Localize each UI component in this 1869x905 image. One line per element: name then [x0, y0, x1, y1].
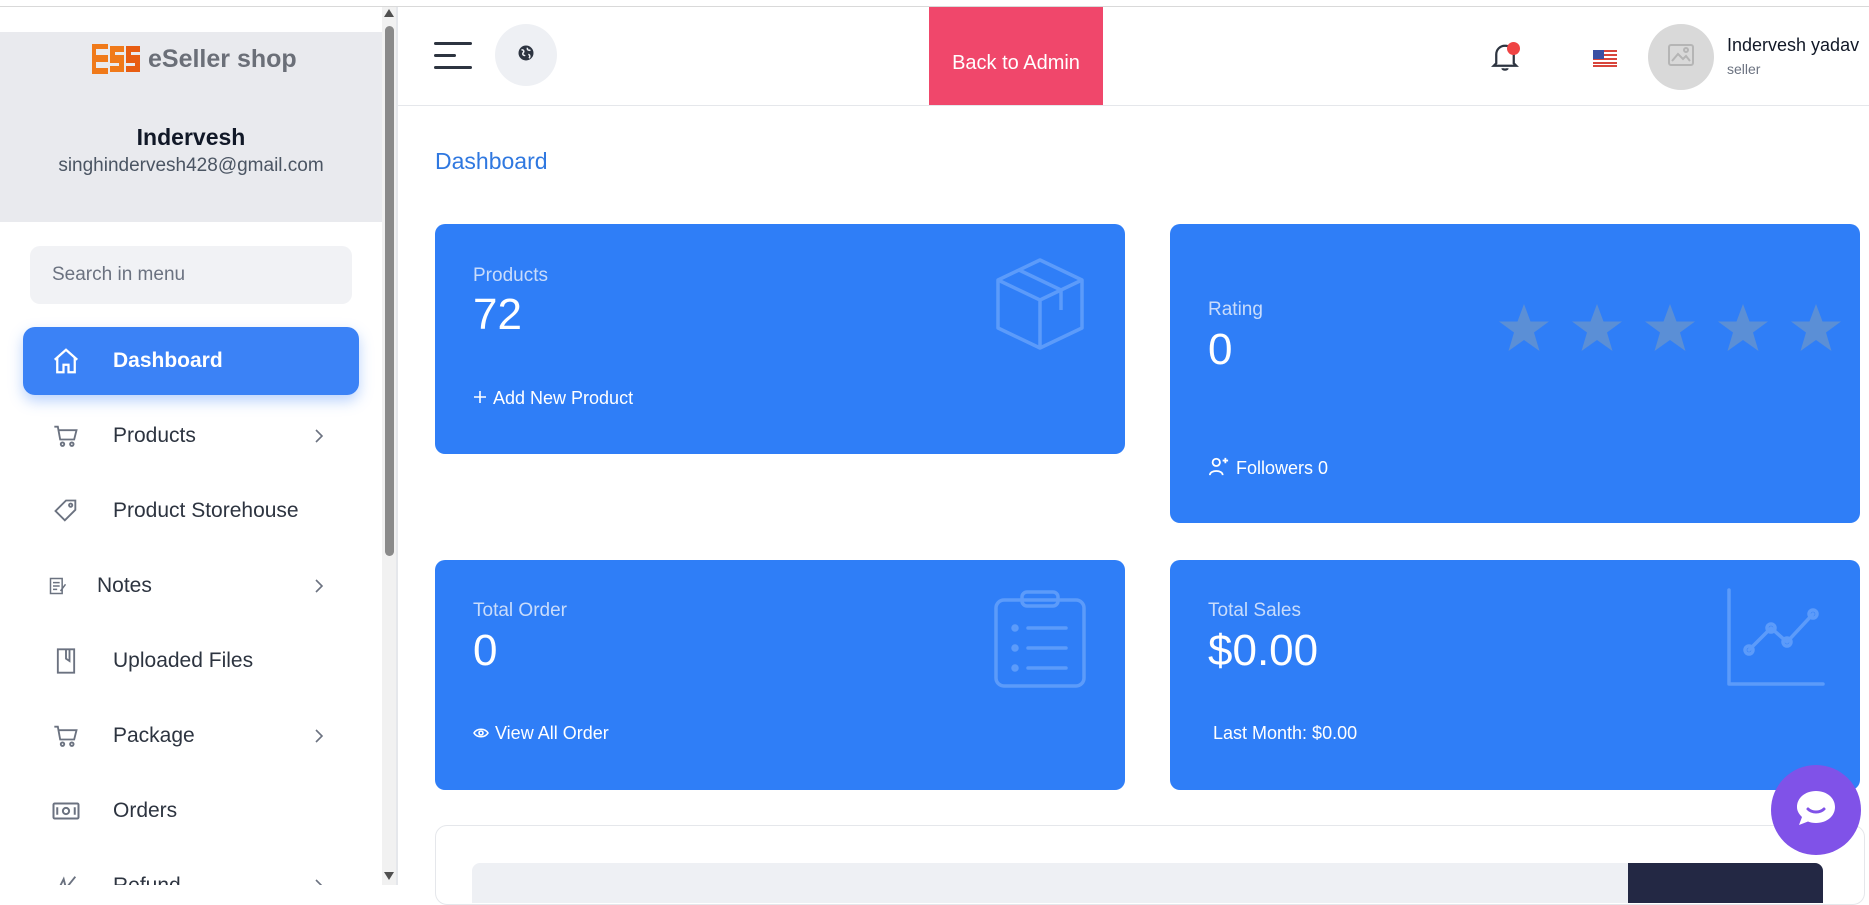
profile-name[interactable]: Indervesh yadav [1727, 35, 1859, 56]
browser-top-edge [0, 0, 1869, 7]
sidebar-scrollbar-thumb[interactable] [385, 26, 394, 556]
globe-icon [517, 44, 535, 67]
sidebar-item-label: Notes [97, 574, 152, 597]
card-value: 0 [1208, 325, 1233, 374]
profile-role: seller [1727, 61, 1761, 77]
home-icon [49, 344, 83, 378]
card-label: Total Order [473, 600, 567, 621]
eye-icon [473, 723, 489, 744]
star-rating-icons [1498, 302, 1858, 363]
clipboard-list-icon [990, 590, 1090, 695]
sidebar-item-label: Orders [113, 799, 178, 822]
user-email: singhindervesh428@gmail.com [58, 155, 324, 176]
plus-icon [473, 388, 487, 409]
logo-mark [92, 42, 142, 76]
sidebar-item-label: Products [113, 424, 196, 447]
back-to-admin-button[interactable]: Back to Admin [929, 7, 1103, 105]
cart-icon [49, 719, 83, 753]
last-month-sales: Last Month: $0.00 [1213, 723, 1357, 744]
card-value: 72 [473, 290, 522, 339]
chat-icon [1793, 785, 1839, 836]
sidebar-item-products[interactable]: Products [23, 402, 359, 470]
card-label: Total Sales [1208, 600, 1301, 621]
chevron-right-icon [309, 876, 329, 885]
bottom-panel-input[interactable] [472, 863, 1632, 903]
sidebar-item-package[interactable]: Package [23, 702, 359, 770]
sidebar-item-product-storehouse[interactable]: Product Storehouse [23, 477, 359, 545]
line-chart-icon [1725, 588, 1825, 693]
chevron-right-icon [309, 426, 329, 446]
us-flag-icon[interactable] [1593, 50, 1617, 67]
rating-card: Rating 0 Followers 0 [1170, 224, 1860, 523]
cart-icon [49, 419, 83, 453]
top-header: Back to Admin Indervesh yadav seller [398, 7, 1869, 106]
sidebar-item-label: Package [113, 724, 195, 747]
last-month-label: Last Month: $0.00 [1213, 723, 1358, 743]
refund-icon [49, 869, 83, 885]
sidebar-item-orders[interactable]: Orders [23, 777, 359, 845]
menu-toggle-icon[interactable] [434, 42, 472, 72]
card-label: Products [473, 265, 548, 286]
sidebar-item-label: Product Storehouse [113, 499, 299, 522]
scroll-up-icon[interactable] [384, 9, 394, 17]
card-value: $0.00 [1208, 626, 1319, 675]
money-icon [49, 794, 83, 828]
sidebar-item-label: Uploaded Files [113, 649, 254, 672]
card-value: 0 [473, 626, 498, 675]
sidebar-item-refund[interactable]: Refund [23, 852, 359, 885]
page-title: Dashboard [435, 148, 548, 174]
box-icon [990, 254, 1090, 359]
add-new-product-link[interactable]: Add New Product [473, 388, 633, 409]
sidebar-item-uploaded-files[interactable]: Uploaded Files [23, 627, 359, 695]
bottom-panel-button[interactable] [1628, 863, 1823, 903]
sidebar-item-label: Refund [113, 874, 181, 885]
chevron-right-icon [309, 576, 329, 596]
sidebar-divider [396, 7, 398, 885]
card-label: Rating [1208, 299, 1263, 320]
followers-link[interactable]: Followers 0 [1208, 456, 1328, 481]
website-globe-button[interactable] [495, 24, 557, 86]
add-new-product-label: Add New Product [493, 388, 634, 408]
logo-text: eSeller shop [148, 44, 297, 73]
view-all-order-link[interactable]: View All Order [473, 723, 609, 744]
sidebar-item-dashboard[interactable]: Dashboard [23, 327, 359, 395]
sidebar-item-label: Dashboard [113, 349, 223, 372]
note-icon [47, 575, 69, 597]
image-placeholder-icon [1668, 43, 1694, 71]
menu-search-input[interactable] [30, 246, 352, 304]
app-logo[interactable]: eSeller shop [92, 42, 297, 76]
chat-widget-button[interactable] [1771, 765, 1861, 855]
user-name: Indervesh [136, 124, 246, 150]
chevron-right-icon [309, 726, 329, 746]
total-sales-card: Total Sales $0.00 Last Month: $0.00 [1170, 560, 1860, 790]
file-icon [49, 644, 83, 678]
tag-icon [49, 494, 83, 528]
scroll-down-icon[interactable] [384, 872, 394, 880]
total-order-card: Total Order 0 View All Order [435, 560, 1125, 790]
avatar[interactable] [1648, 24, 1714, 90]
products-card: Products 72 Add New Product [435, 224, 1125, 454]
followers-icon [1208, 456, 1230, 481]
view-all-order-label: View All Order [495, 723, 609, 743]
sidebar-profile-header: eSeller shop Indervesh singhindervesh428… [0, 32, 382, 222]
sidebar: eSeller shop Indervesh singhindervesh428… [0, 7, 382, 885]
sidebar-item-notes[interactable]: Notes [23, 552, 359, 620]
notification-dot [1507, 42, 1520, 55]
followers-label: Followers 0 [1236, 458, 1329, 478]
